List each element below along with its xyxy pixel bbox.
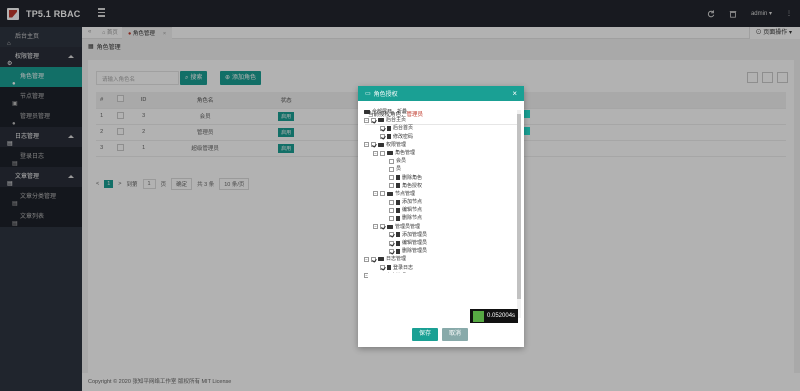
node-checkbox[interactable]: [380, 265, 385, 271]
node-checkbox[interactable]: [380, 134, 385, 140]
file-icon: [396, 232, 400, 238]
node-checkbox[interactable]: [389, 207, 394, 213]
tree-node[interactable]: − 管理员管理: [364, 223, 504, 231]
tree-scrollbar[interactable]: [517, 110, 521, 318]
tree-node[interactable]: − 节点管理: [364, 190, 504, 198]
file-icon: [396, 248, 400, 254]
tree-node[interactable]: 修改密码: [364, 133, 504, 141]
scroll-thumb[interactable]: [517, 114, 521, 299]
tree-node[interactable]: 编辑节点: [364, 206, 504, 214]
tree-node-label: 角色授权: [402, 182, 423, 189]
folder-icon: [387, 224, 393, 229]
tree-node[interactable]: − 权限管理: [364, 141, 504, 149]
node-checkbox[interactable]: [389, 248, 394, 254]
tree-node[interactable]: − 日志管理: [364, 255, 504, 263]
node-checkbox[interactable]: [389, 183, 394, 189]
tree-node[interactable]: 会员: [364, 157, 504, 165]
dialog-header: ▭ 角色授权 ×: [358, 86, 524, 101]
expand-toggle-icon[interactable]: −: [364, 142, 369, 148]
tree-node-label: 会员: [396, 158, 407, 165]
save-button[interactable]: 保存: [411, 328, 438, 341]
tree-node-label: 登录日志: [393, 264, 414, 271]
tree-node-label: 修改密码: [393, 133, 414, 140]
tree-node-label: 后台首页: [393, 125, 414, 132]
tree-node-label: 权限管理: [386, 141, 407, 148]
tree-node[interactable]: 员: [364, 165, 504, 173]
tree-mask: [368, 273, 466, 313]
tree-node-label: 节点管理: [395, 190, 416, 197]
load-time: 0.052004s: [487, 313, 516, 319]
node-checkbox[interactable]: [389, 232, 394, 238]
tree-node[interactable]: 删除管理员: [364, 247, 504, 255]
authorize-dialog: ▭ 角色授权 × 当前授权角色：管理员 全部展开、折叠 − 后台主页 后台首页 修改密码…: [358, 86, 524, 347]
node-checkbox[interactable]: [371, 256, 376, 262]
expand-toggle-icon[interactable]: −: [373, 150, 378, 156]
tree-node[interactable]: − 角色管理: [364, 149, 504, 157]
folder-icon: [387, 191, 393, 196]
dialog-footer: 保存 取消: [411, 328, 468, 341]
expand-toggle-icon[interactable]: −: [373, 224, 378, 230]
node-checkbox[interactable]: [389, 166, 394, 172]
folder-icon: [378, 257, 384, 262]
dialog-title: 角色授权: [373, 92, 398, 98]
tree-node-label: 后台主页: [386, 117, 407, 124]
tree-node-label: 添加管理员: [402, 231, 428, 238]
file-icon: [396, 240, 400, 246]
tree-node[interactable]: 全部展开、折叠: [364, 108, 504, 116]
node-checkbox[interactable]: [371, 117, 376, 123]
tree-node[interactable]: 后台首页: [364, 124, 504, 132]
tree-node-label: 日志管理: [386, 256, 407, 263]
tree-node-label: 角色管理: [395, 149, 416, 156]
file-icon: [387, 134, 391, 140]
tree-node[interactable]: 添加管理员: [364, 231, 504, 239]
node-checkbox[interactable]: [389, 216, 394, 222]
folder-icon: [364, 110, 370, 115]
tree-node[interactable]: 添加节点: [364, 198, 504, 206]
file-icon: [396, 199, 400, 205]
expand-toggle-icon[interactable]: −: [373, 191, 378, 197]
page-load-badge: 0.052004s: [470, 309, 518, 323]
node-checkbox[interactable]: [389, 175, 394, 181]
node-checkbox[interactable]: [380, 224, 385, 230]
tree-node[interactable]: 角色授权: [364, 182, 504, 190]
node-checkbox[interactable]: [380, 150, 385, 156]
tree-node[interactable]: 删除节点: [364, 214, 504, 222]
file-icon: [396, 183, 400, 189]
node-checkbox[interactable]: [380, 125, 385, 131]
tree-node[interactable]: 编辑管理员: [364, 239, 504, 247]
tree-node-label: 全部展开、折叠: [372, 109, 408, 115]
tree-node-label: 编辑管理员: [402, 240, 428, 246]
tree-node-label: 删除角色: [402, 174, 423, 181]
folder-icon: [387, 151, 393, 156]
folder-icon: [378, 142, 384, 147]
node-checkbox[interactable]: [389, 240, 394, 246]
node-checkbox[interactable]: [380, 191, 385, 197]
tree-node-label: 删除节点: [402, 215, 423, 222]
expand-toggle-icon[interactable]: −: [364, 256, 369, 262]
tree-node-label: 管理员管理: [395, 223, 421, 230]
file-icon: [396, 216, 400, 222]
tree-node-label: 编辑节点: [402, 207, 423, 214]
node-checkbox[interactable]: [389, 158, 394, 164]
close-icon[interactable]: ×: [512, 89, 517, 98]
tree-node[interactable]: 删除角色: [364, 174, 504, 182]
tree-node-label: 删除管理员: [402, 248, 428, 255]
leaf-logo-icon: [473, 310, 484, 322]
file-icon: [387, 125, 391, 131]
permission-tree: 全部展开、折叠 − 后台主页 后台首页 修改密码 − 权限管理 − 角色管理 会员员删除角色 角色授…: [364, 108, 504, 293]
node-checkbox[interactable]: [371, 142, 376, 148]
tree-node-label: 员: [396, 166, 402, 173]
expand-toggle-icon[interactable]: −: [364, 117, 369, 123]
folder-icon: [378, 118, 384, 123]
file-icon: [387, 265, 391, 271]
node-checkbox[interactable]: [389, 199, 394, 205]
file-icon: [396, 175, 400, 181]
tree-node[interactable]: − 后台主页: [364, 116, 504, 124]
tree-node-label: 添加节点: [402, 199, 423, 206]
file-icon: [396, 207, 400, 213]
window-icon: ▭: [365, 91, 371, 97]
tree-node[interactable]: 登录日志: [364, 264, 504, 272]
cancel-button[interactable]: 取消: [441, 328, 468, 341]
